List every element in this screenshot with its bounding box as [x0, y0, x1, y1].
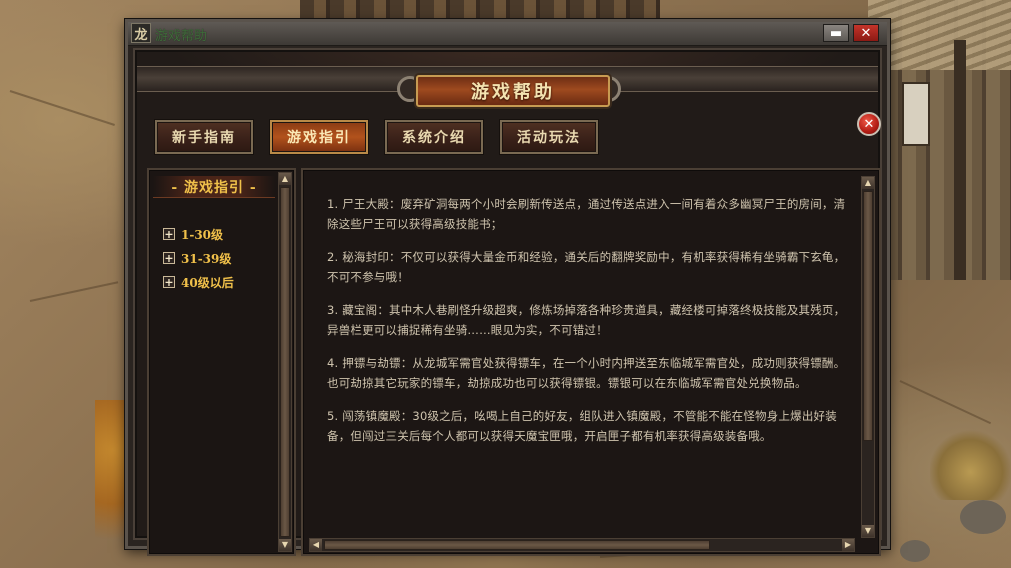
scroll-down-arrow-icon[interactable]: ▼ — [862, 525, 874, 537]
guide-paragraph: 2. 秘海封印：不仅可以获得大量金币和经验，通关后的翻牌奖励中，有机率获得稀有坐… — [327, 250, 846, 284]
guide-paragraph: 4. 押镖与劫镖：从龙城军需官处获得镖车，在一个小时内押送至东临城军需官处，成功… — [327, 356, 846, 390]
minimize-button[interactable]: ▬ — [823, 24, 849, 42]
scrollbar-thumb[interactable] — [324, 540, 710, 550]
banner-title: 游戏帮助 — [471, 82, 555, 103]
scroll-down-arrow-icon[interactable]: ▼ — [279, 539, 291, 551]
tab-activities[interactable]: 活动玩法 — [500, 120, 598, 154]
tree-item-label: 1-30级 — [181, 227, 224, 242]
tree-item-level-40-plus[interactable]: + 40级以后 — [163, 270, 234, 294]
content-panel: 1. 尸王大殿：废弃矿洞每两个小时会刷新传送点，通过传送点进入一间有着众多幽冥尸… — [301, 168, 881, 556]
tab-system-intro[interactable]: 系统介绍 — [385, 120, 483, 154]
tab-game-guide[interactable]: 游戏指引 — [270, 120, 368, 154]
scrollbar-thumb[interactable] — [280, 187, 290, 537]
rock — [900, 540, 930, 562]
window-titlebar[interactable]: 龙 游戏帮助 ▬ ✕ — [128, 22, 887, 46]
category-scrollbar[interactable]: ▲ ▼ — [278, 172, 292, 552]
expand-plus-icon[interactable]: + — [163, 228, 175, 240]
shop-sign — [902, 82, 930, 146]
category-heading: - 游戏指引 - — [153, 176, 275, 198]
scroll-up-arrow-icon[interactable]: ▲ — [279, 173, 291, 185]
dragon-app-icon: 龙 — [131, 23, 151, 43]
panel-close-button[interactable]: ✕ — [857, 112, 881, 136]
guide-paragraph: 5. 闯荡镇魔殿：30级之后，吆喝上自己的好友，组队进入镇魔殿，不管能不能在怪物… — [327, 409, 837, 443]
rock — [960, 500, 1006, 534]
tree-item-label: 40级以后 — [181, 275, 234, 290]
tree-item-level-31-39[interactable]: + 31-39级 — [163, 246, 234, 270]
scroll-right-arrow-icon[interactable]: ▶ — [842, 539, 854, 551]
tree-item-label: 31-39级 — [181, 251, 232, 266]
wooden-building — [868, 0, 1011, 280]
dry-bush — [930, 430, 1011, 500]
category-tree: + 1-30级 + 31-39级 + 40级以后 — [163, 222, 234, 294]
scroll-left-arrow-icon[interactable]: ◀ — [310, 539, 322, 551]
wooden-post — [954, 40, 966, 280]
content-horizontal-scrollbar[interactable]: ◀ ▶ — [309, 538, 855, 552]
guide-text: 1. 尸王大殿：废弃矿洞每两个小时会刷新传送点，通过传送点进入一间有着众多幽冥尸… — [327, 194, 847, 459]
scrollbar-thumb[interactable] — [863, 191, 873, 441]
tab-novice-guide[interactable]: 新手指南 — [155, 120, 253, 154]
expand-plus-icon[interactable]: + — [163, 276, 175, 288]
content-vertical-scrollbar[interactable]: ▲ ▼ — [861, 176, 875, 538]
scroll-up-arrow-icon[interactable]: ▲ — [862, 177, 874, 189]
game-help-window: 龙 游戏帮助 ▬ ✕ 游戏帮助 新手指南 游戏指引 系统介绍 活动玩法 ✕ - … — [125, 19, 890, 556]
guide-paragraph: 1. 尸王大殿：废弃矿洞每两个小时会刷新传送点，通过传送点进入一间有着众多幽冥尸… — [327, 197, 846, 231]
window-close-button[interactable]: ✕ — [853, 24, 879, 42]
window-title: 游戏帮助 — [155, 29, 208, 44]
help-panel-frame: 游戏帮助 新手指南 游戏指引 系统介绍 活动玩法 ✕ - 游戏指引 - + 1-… — [133, 48, 882, 556]
guide-paragraph: 3. 藏宝阁：其中木人巷刷怪升级超爽，修炼场掉落各种珍贵道具，藏经楼可掉落终极技… — [327, 303, 846, 337]
expand-plus-icon[interactable]: + — [163, 252, 175, 264]
tree-item-level-1-30[interactable]: + 1-30级 — [163, 222, 234, 246]
category-panel: - 游戏指引 - + 1-30级 + 31-39级 + 40级以后 ▲ ▼ — [147, 168, 296, 556]
title-banner: 游戏帮助 — [416, 75, 610, 107]
